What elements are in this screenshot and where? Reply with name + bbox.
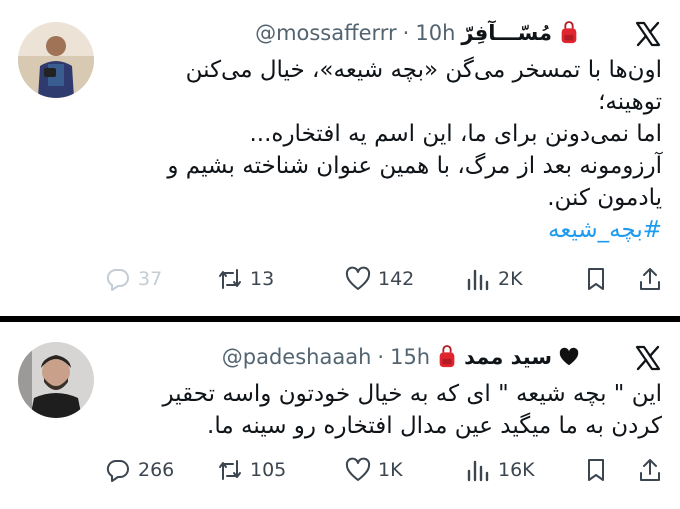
tweet-line: این " بچه شیعه " ای که به خیال خودتون وا… [162,381,662,407]
views-icon [467,269,489,291]
retweet-count: 105 [250,459,287,481]
reply-count: 37 [138,268,163,290]
views-count: 2K [498,268,523,290]
hashtag-link[interactable]: #بچه_شیعه [142,214,662,246]
reply-icon [106,459,129,482]
reply-icon [106,268,129,291]
display-name[interactable]: سید ممد [464,345,552,369]
retweet-button[interactable]: 13 [216,262,274,296]
share-icon [640,268,660,290]
avatar[interactable] [18,342,94,418]
tweet-header: @mossafferrr · 10h مُسّـــآفِرّ [255,16,580,50]
backpack-icon [438,345,456,369]
backpack-icon [560,21,578,45]
share-button[interactable] [636,262,664,296]
like-button[interactable]: 1K [344,453,403,487]
user-handle[interactable]: @mossafferrr [255,21,397,45]
retweet-icon [219,460,241,480]
x-logo-icon[interactable] [634,344,662,372]
separator-dot: · [402,21,410,45]
tweet-header: @padeshaaah · 15h سید ممد [222,340,580,374]
bookmark-button[interactable] [582,262,610,296]
tweet-card[interactable]: @padeshaaah · 15h سید ممد این " بچه شیعه… [0,322,680,509]
like-count: 142 [378,268,415,290]
tweet-card[interactable]: @mossafferrr · 10h مُسّـــآفِرّ اون‌ها ب… [0,0,680,316]
like-button[interactable]: 142 [344,262,414,296]
views-button[interactable]: 2K [464,262,523,296]
like-icon [345,266,371,290]
like-icon [345,457,371,481]
share-button[interactable] [636,453,664,487]
views-icon [467,460,489,482]
tweet-text: اون‌ها با تمسخر می‌گن «بچه شیعه»، خیال م… [142,54,662,246]
bookmark-icon [588,268,604,290]
reply-button[interactable]: 37 [104,262,162,296]
timestamp[interactable]: 15h [390,345,430,369]
views-button[interactable]: 16K [464,453,535,487]
like-count: 1K [378,459,403,481]
tweet-text: این " بچه شیعه " ای که به خیال خودتون وا… [142,378,662,442]
tweet-line: اون‌ها با تمسخر می‌گن «بچه شیعه»، خیال م… [185,57,662,83]
heart-emoji-icon [559,347,579,366]
retweet-count: 13 [250,268,275,290]
action-bar: 37 13 142 2K [104,262,664,296]
action-bar: 266 105 1K 16K [104,453,664,487]
reply-button[interactable]: 266 [104,453,174,487]
tweet-line: آرزومونه بعد از مرگ، با همین عنوان شناخت… [167,153,662,179]
display-name[interactable]: مُسّـــآفِرّ [461,21,552,45]
x-logo-icon[interactable] [634,20,662,48]
timestamp[interactable]: 10h [415,21,455,45]
retweet-icon [219,269,241,289]
bookmark-icon [588,459,604,481]
bookmark-button[interactable] [582,453,610,487]
tweet-line: توهینه؛ [598,89,662,115]
reply-count: 266 [138,459,175,481]
avatar[interactable] [18,22,94,98]
retweet-button[interactable]: 105 [216,453,286,487]
separator-dot: · [377,345,385,369]
share-icon [640,459,660,481]
tweet-line: یادمون کنن. [547,185,662,211]
tweet-line: کردن به ما میگید عین مدال افتخاره رو سین… [207,413,662,439]
tweet-line: اما نمی‌دونن برای ما، این اسم یه افتخاره… [249,121,662,147]
user-handle[interactable]: @padeshaaah [222,345,372,369]
views-count: 16K [498,459,535,481]
